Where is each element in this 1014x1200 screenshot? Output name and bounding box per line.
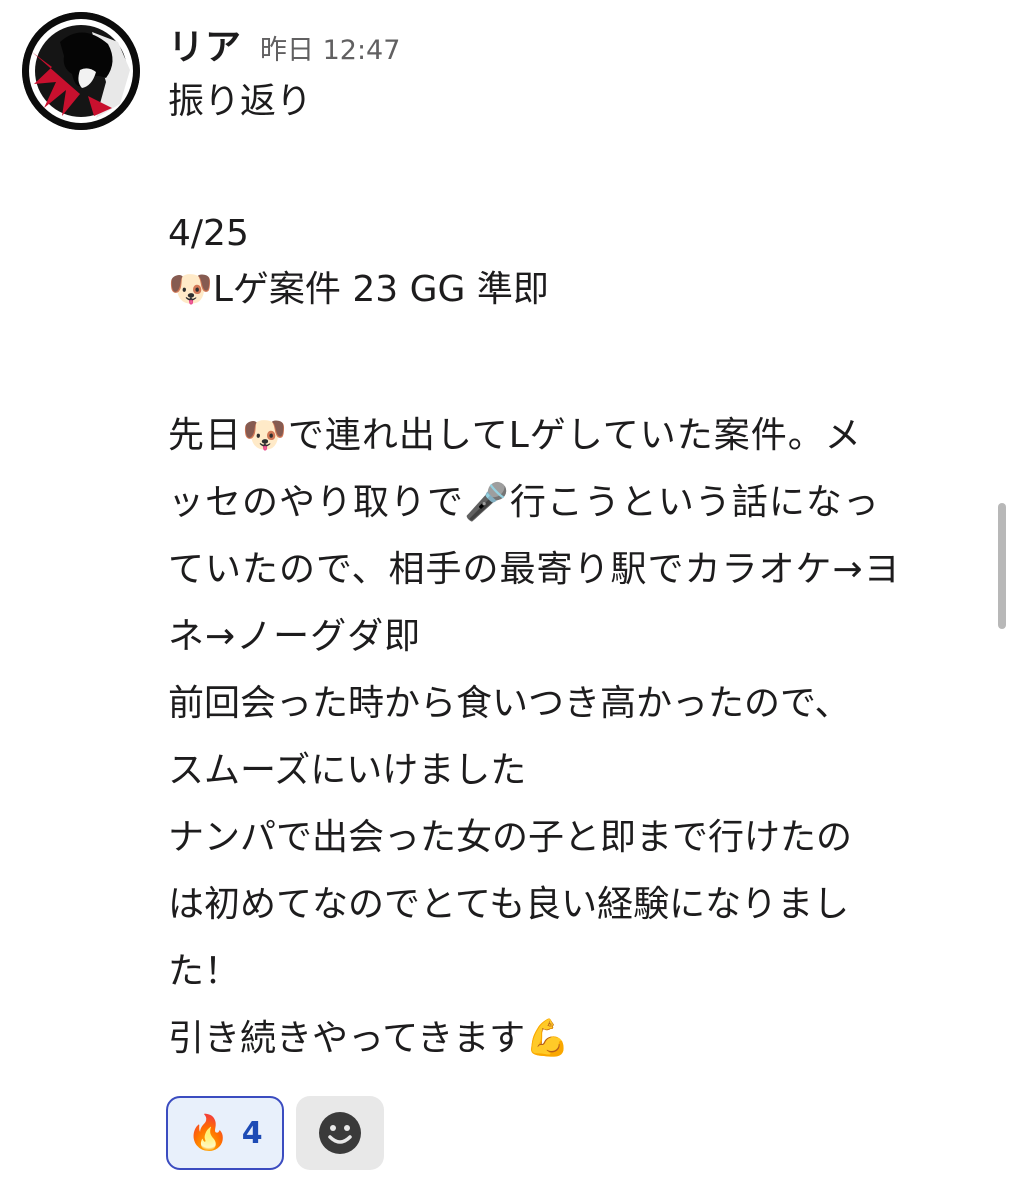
avatar[interactable] <box>22 12 140 130</box>
paragraph-line: 引き続きやってきます💪 <box>168 1018 570 1059</box>
paragraph-line: ッセのやり取りで🎤行こうという話になっ <box>168 482 880 523</box>
smiley-icon <box>319 1112 361 1154</box>
paragraph-line: ネ→ノーグダ即 <box>168 616 422 657</box>
message-summary: 🐶Lゲ案件 23 GG 準即 <box>168 262 968 318</box>
paragraph-line: 先日🐶で連れ出してLゲしていた案件。メ <box>168 415 862 456</box>
reaction-count: 4 <box>241 1115 263 1151</box>
summary-text: Lゲ案件 23 GG 準即 <box>212 269 549 310</box>
message-paragraph-1: 先日🐶で連れ出してLゲしていた案件。メ ッセのやり取りで🎤行こうという話になっ … <box>168 402 968 670</box>
paragraph-line: た！ <box>168 951 241 992</box>
message-header: リア 昨日 12:47 <box>168 18 400 68</box>
message-body: 振り返り 4/25 🐶Lゲ案件 23 GG 準即 先日🐶で連れ出してLゲしていた… <box>168 74 968 1072</box>
fire-icon: 🔥 <box>187 1113 230 1153</box>
scrollbar-thumb[interactable] <box>998 503 1006 629</box>
message-paragraph-2: 前回会った時から食いつき高かったので、 スムーズにいけました ナンパで出会った女… <box>168 670 968 1072</box>
paragraph-line: スムーズにいけました <box>168 750 527 791</box>
dog-face-icon: 🐶 <box>168 269 213 310</box>
message-date: 4/25 <box>168 213 249 254</box>
paragraph-line: は初めてなのでとても良い経験になりまし <box>168 884 850 925</box>
paragraph-line: 前回会った時から食いつき高かったので、 <box>168 683 851 724</box>
paragraph-line: ていたので、相手の最寄り駅でカラオケ→ヨ <box>168 549 901 590</box>
chat-message: リア 昨日 12:47 振り返り 4/25 🐶Lゲ案件 23 GG 準即 先日🐶… <box>0 0 1014 1200</box>
reaction-bar: 🔥 4 <box>166 1096 384 1170</box>
reaction-fire[interactable]: 🔥 4 <box>166 1096 284 1170</box>
add-reaction-button[interactable] <box>296 1096 384 1170</box>
message-title-line: 振り返り <box>168 81 313 122</box>
paragraph-line: ナンパで出会った女の子と即まで行けたの <box>168 817 853 858</box>
author-name[interactable]: リア <box>168 18 242 70</box>
message-timestamp[interactable]: 昨日 12:47 <box>260 28 400 67</box>
